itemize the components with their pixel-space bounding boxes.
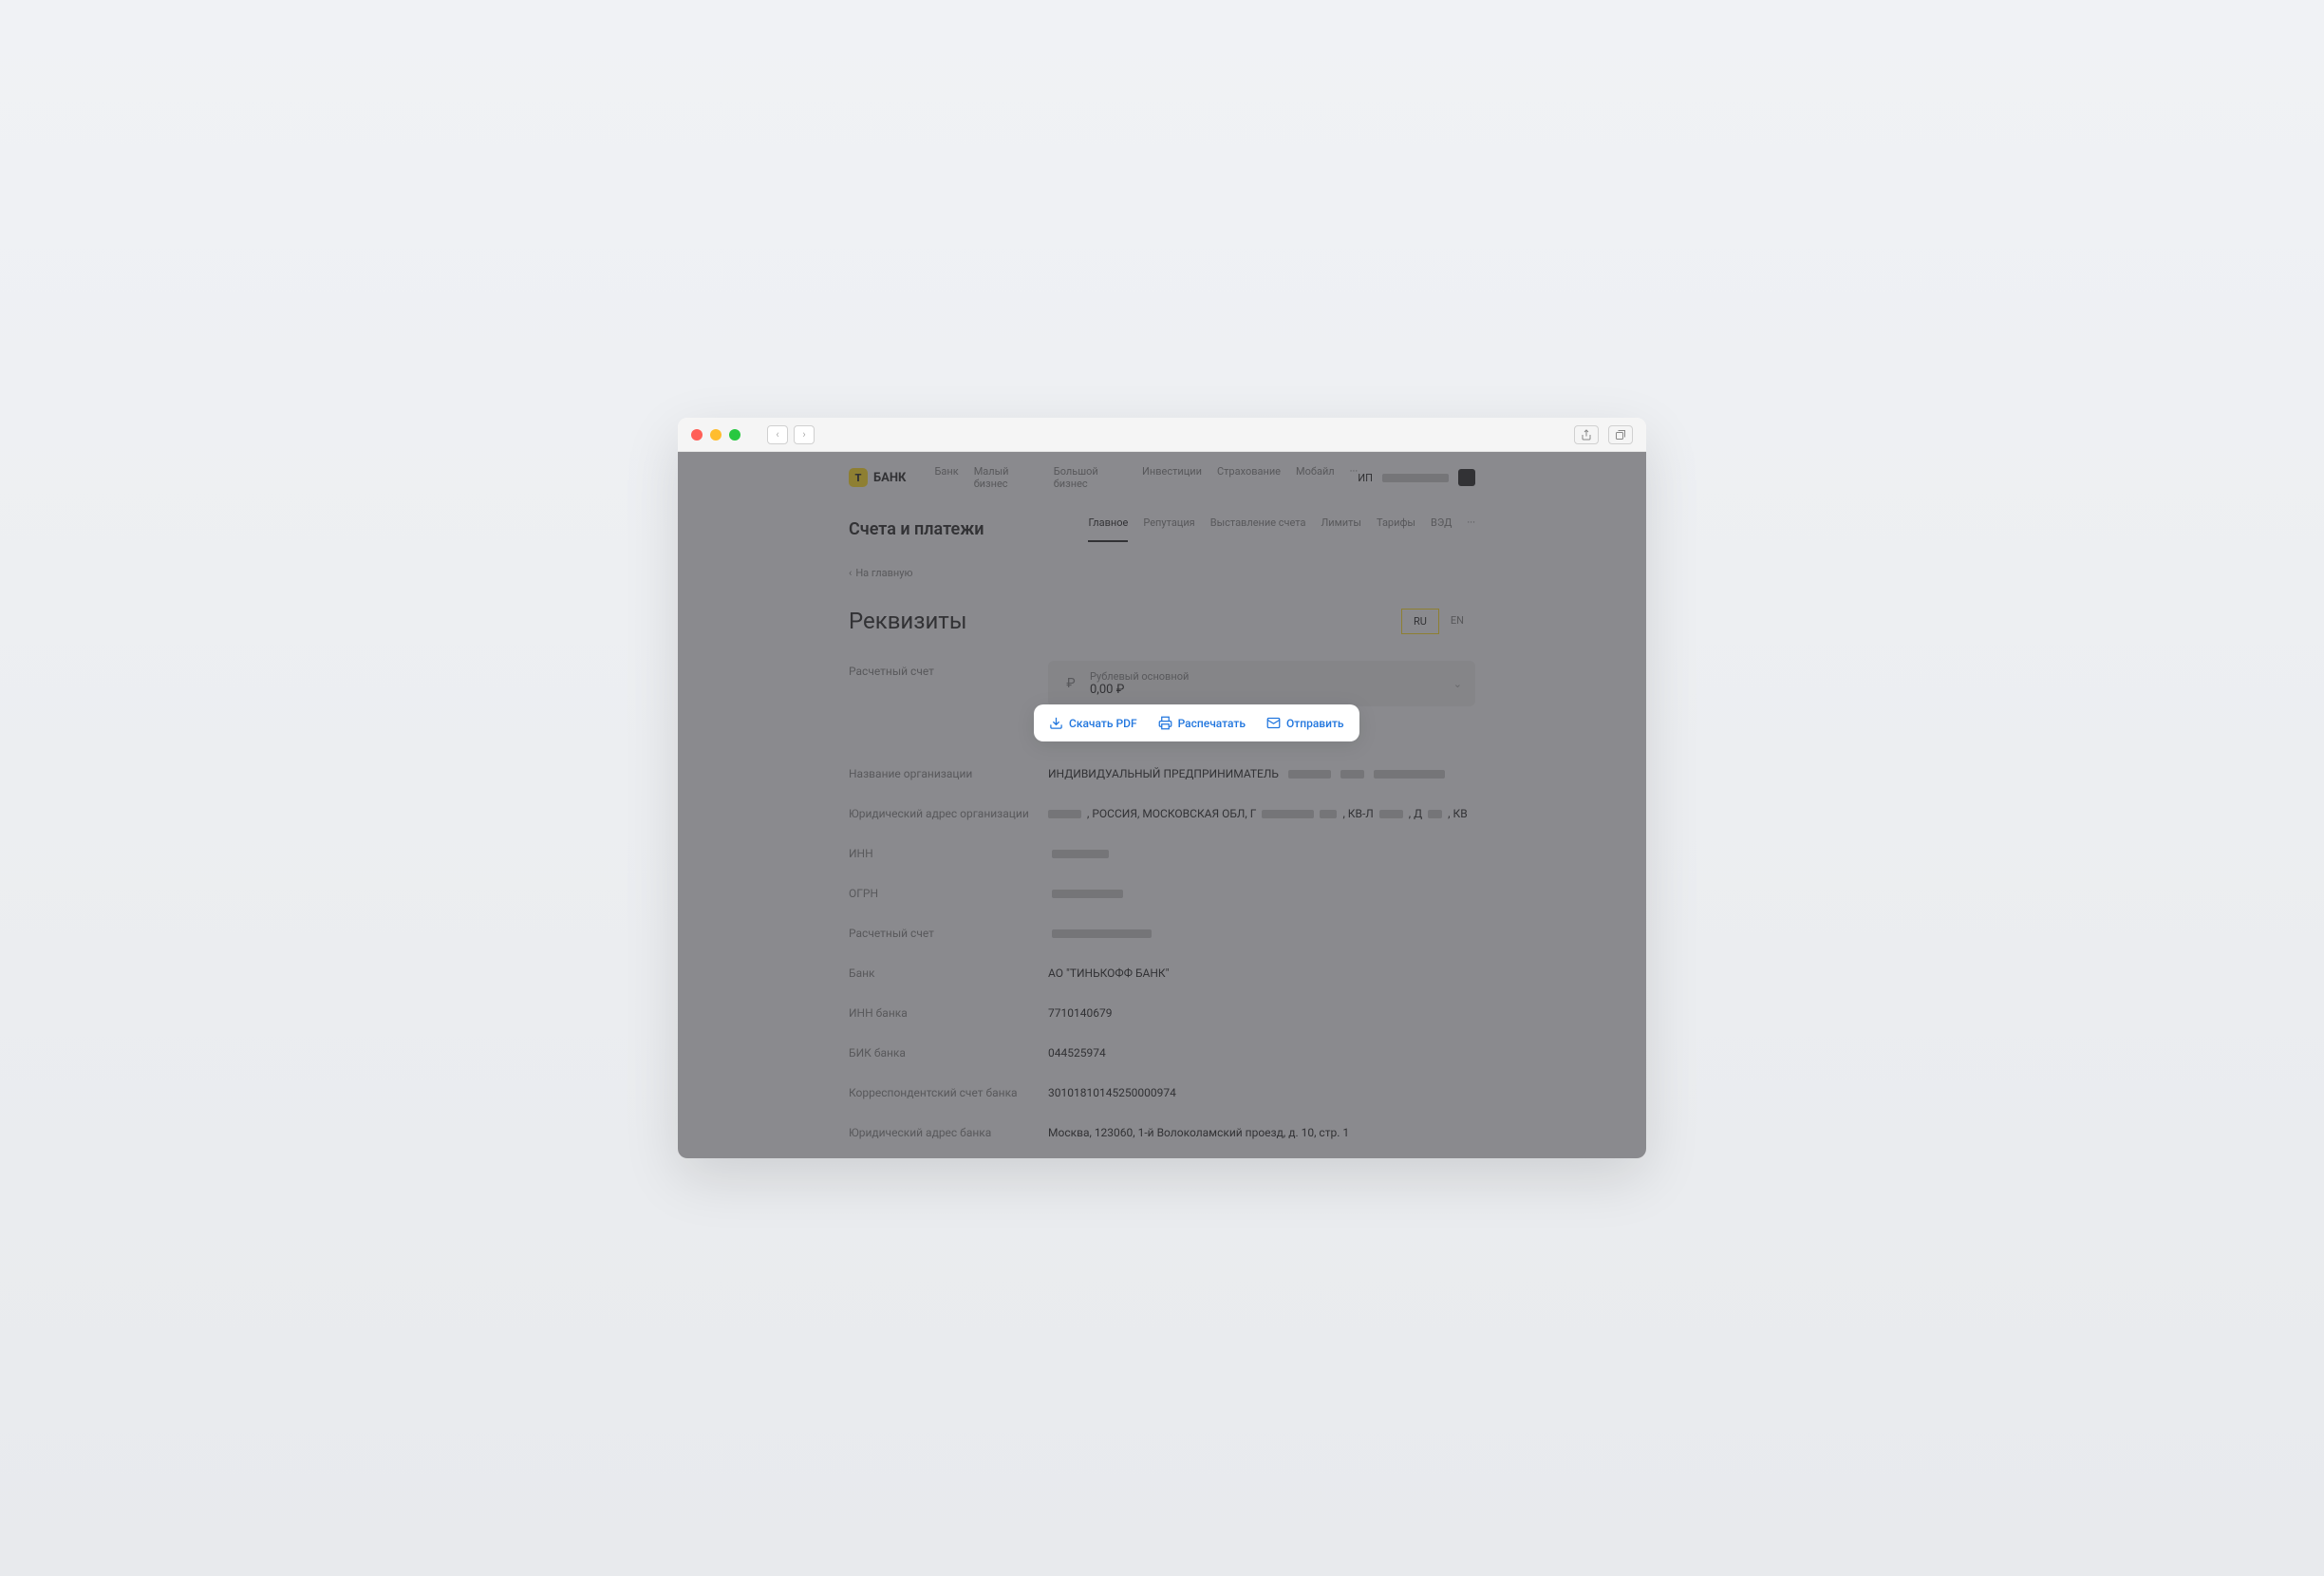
maximize-button[interactable] <box>729 429 740 441</box>
detail-row: Расчетный счет <box>849 913 1475 953</box>
detail-value: , РОССИЯ, МОСКОВСКАЯ ОБЛ, Г , КВ-Л , Д ,… <box>1048 807 1468 820</box>
print-icon <box>1158 716 1172 730</box>
print-label: Распечатать <box>1178 717 1246 730</box>
tab-limits[interactable]: Лимиты <box>1321 516 1361 542</box>
nav-mobile[interactable]: Мобайл <box>1296 465 1335 490</box>
chevron-left-icon: ‹ <box>849 567 852 579</box>
lang-en[interactable]: EN <box>1439 609 1475 634</box>
detail-label: ИНН <box>849 847 1039 860</box>
page: Т БАНК Банк Малый бизнес Большой бизнес … <box>678 452 1646 1158</box>
detail-label: Юридический адрес организации <box>849 807 1039 820</box>
share-icon[interactable] <box>1574 425 1599 444</box>
detail-label: Банк <box>849 966 1039 980</box>
detail-row: ИНН банка 7710140679 <box>849 993 1475 1033</box>
lang-ru[interactable]: RU <box>1401 609 1439 634</box>
detail-row: ОГРН <box>849 873 1475 913</box>
tab-reputation[interactable]: Репутация <box>1143 516 1194 542</box>
detail-value: 7710140679 <box>1048 1006 1112 1020</box>
detail-label: БИК банка <box>849 1046 1039 1060</box>
account-info: Рублевый основной 0,00 ₽ <box>1090 670 1189 697</box>
account-select[interactable]: ₽ Рублевый основной 0,00 ₽ ⌄ <box>1048 661 1475 706</box>
nav-more-icon[interactable]: ··· <box>1350 465 1359 490</box>
nav-invest[interactable]: Инвестиции <box>1142 465 1202 490</box>
tab-main[interactable]: Главное <box>1088 516 1128 542</box>
tab-tariffs[interactable]: Тарифы <box>1377 516 1415 542</box>
account-label: Расчетный счет <box>849 661 1039 678</box>
send-label: Отправить <box>1286 717 1344 730</box>
detail-value <box>1048 890 1123 898</box>
back-label: На главную <box>855 567 912 579</box>
chevron-down-icon: ⌄ <box>1453 678 1462 690</box>
download-icon <box>1049 716 1063 730</box>
detail-label: ОГРН <box>849 887 1039 900</box>
tabs: Главное Репутация Выставление счета Лими… <box>1088 516 1475 542</box>
detail-row: Юридический адрес организации , РОССИЯ, М… <box>849 794 1475 834</box>
detail-row: ИНН <box>849 834 1475 873</box>
account-value: 0,00 ₽ <box>1090 683 1189 697</box>
detail-value: АО "ТИНЬКОФФ БАНК" <box>1048 966 1169 980</box>
detail-row: Название организации ИНДИВИДУАЛЬНЫЙ ПРЕДП… <box>849 754 1475 794</box>
subheader: Счета и платежи Главное Репутация Выстав… <box>849 503 1475 555</box>
detail-value <box>1048 850 1109 858</box>
profile-prefix: ИП <box>1358 472 1373 484</box>
page-title: Реквизиты <box>849 608 966 634</box>
forward-button[interactable]: › <box>794 425 815 444</box>
window-controls <box>691 429 740 441</box>
logo-text: БАНК <box>873 471 906 485</box>
detail-value: Москва, 123060, 1-й Волоколамский проезд… <box>1048 1126 1349 1139</box>
page-title-row: Реквизиты RU EN <box>849 591 1475 651</box>
browser-window: ‹ › Т БАНК Банк Малый бизнес Большой биз… <box>678 418 1646 1158</box>
tab-invoice[interactable]: Выставление счета <box>1210 516 1306 542</box>
titlebar: ‹ › <box>678 418 1646 452</box>
detail-row: Юридический адрес банка Москва, 123060, 1… <box>849 1113 1475 1153</box>
back-link[interactable]: ‹ На главную <box>849 555 1475 591</box>
account-name: Рублевый основной <box>1090 670 1189 683</box>
logo-badge-icon: Т <box>849 468 868 487</box>
detail-label: Юридический адрес банка <box>849 1126 1039 1139</box>
lang-switch: RU EN <box>1401 609 1475 634</box>
nav-arrows: ‹ › <box>767 425 815 444</box>
detail-row: Банк АО "ТИНЬКОФФ БАНК" <box>849 953 1475 993</box>
send-icon <box>1266 716 1281 730</box>
detail-label: Корреспондентский счет банка <box>849 1086 1039 1099</box>
detail-label: Название организации <box>849 767 1039 780</box>
nav-insurance[interactable]: Страхование <box>1217 465 1281 490</box>
detail-value: ИНДИВИДУАЛЬНЫЙ ПРЕДПРИНИМАТЕЛЬ <box>1048 767 1445 780</box>
back-button[interactable]: ‹ <box>767 425 788 444</box>
detail-value: 044525974 <box>1048 1046 1106 1060</box>
detail-row: QR-код <box>849 1153 1475 1158</box>
send-button[interactable]: Отправить <box>1266 716 1344 730</box>
content: Т БАНК Банк Малый бизнес Большой бизнес … <box>678 452 1646 1158</box>
minimize-button[interactable] <box>710 429 722 441</box>
page-subtitle: Счета и платежи <box>849 519 984 539</box>
detail-label: Расчетный счет <box>849 927 1039 940</box>
nav-big-biz[interactable]: Большой бизнес <box>1054 465 1127 490</box>
actions-popup: Скачать PDF Распечатать Отправить <box>1034 704 1359 741</box>
download-label: Скачать PDF <box>1069 717 1137 730</box>
profile-badge-icon <box>1458 469 1475 486</box>
tab-more-icon[interactable]: ··· <box>1467 516 1475 542</box>
tab-ved[interactable]: ВЭД <box>1431 516 1452 542</box>
top-nav: Банк Малый бизнес Большой бизнес Инвести… <box>934 465 1358 490</box>
detail-label: ИНН банка <box>849 1006 1039 1020</box>
detail-row: БИК банка 044525974 <box>849 1033 1475 1073</box>
close-button[interactable] <box>691 429 703 441</box>
logo[interactable]: Т БАНК <box>849 468 906 487</box>
tabs-icon[interactable] <box>1608 425 1633 444</box>
profile-name-redacted <box>1382 474 1449 482</box>
detail-value: 30101810145250000974 <box>1048 1086 1176 1099</box>
profile[interactable]: ИП <box>1358 469 1475 486</box>
detail-value <box>1048 929 1152 938</box>
ruble-icon: ₽ <box>1061 674 1080 693</box>
nav-small-biz[interactable]: Малый бизнес <box>974 465 1039 490</box>
print-button[interactable]: Распечатать <box>1158 716 1246 730</box>
download-pdf-button[interactable]: Скачать PDF <box>1049 716 1137 730</box>
detail-row: Корреспондентский счет банка 301018101452… <box>849 1073 1475 1113</box>
nav-bank[interactable]: Банк <box>934 465 958 490</box>
header: Т БАНК Банк Малый бизнес Большой бизнес … <box>849 452 1475 503</box>
